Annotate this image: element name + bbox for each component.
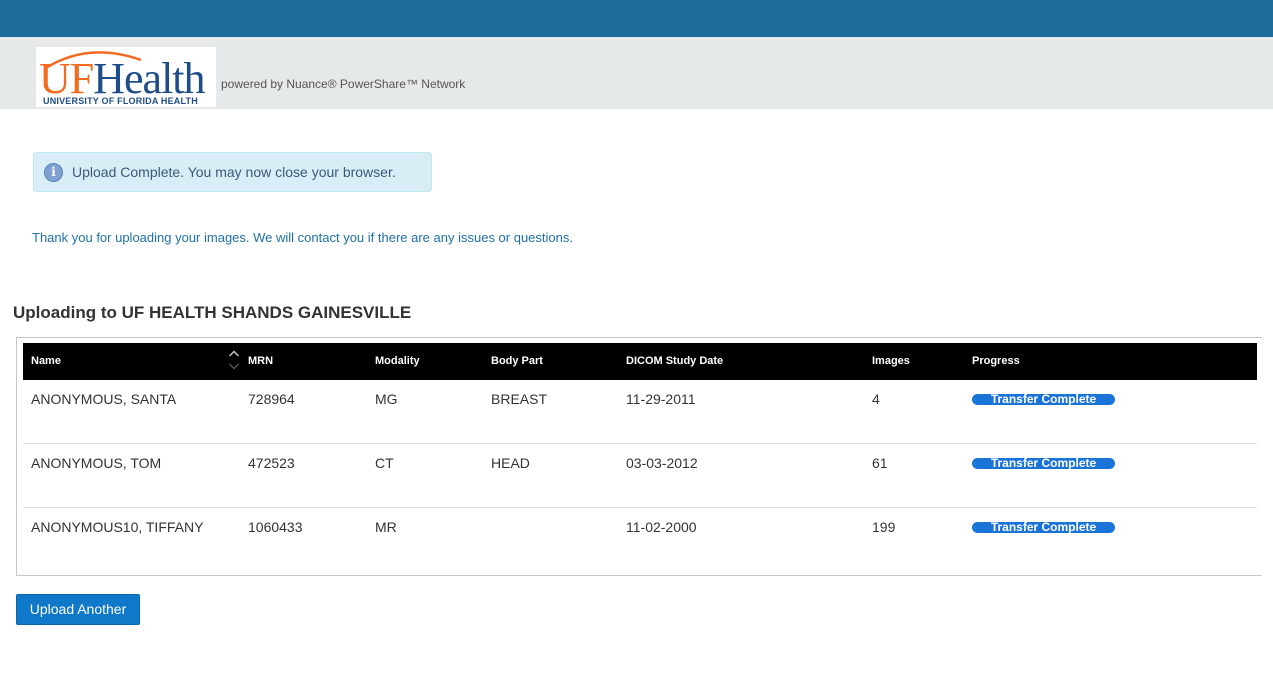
logo-subtitle: UNIVERSITY OF FLORIDA HEALTH: [43, 96, 198, 106]
upload-destination-heading: Uploading to UF HEALTH SHANDS GAINESVILL…: [13, 303, 412, 322]
progress-bar: Transfer Complete: [972, 522, 1115, 533]
thank-you-message: Thank you for uploading your images. We …: [32, 230, 573, 245]
cell-mrn: 1060433: [248, 519, 303, 535]
cell-images: 61: [872, 455, 888, 471]
cell-modality: CT: [375, 455, 394, 471]
cell-images: 4: [872, 391, 880, 407]
column-header-modality[interactable]: Modality: [375, 343, 420, 380]
cell-modality: MR: [375, 519, 397, 535]
top-banner: [0, 0, 1273, 37]
cell-study-date: 03-03-2012: [626, 455, 698, 471]
table-row[interactable]: ANONYMOUS10, TIFFANY 1060433 MR 11-02-20…: [23, 508, 1257, 572]
upload-complete-alert: i Upload Complete. You may now close you…: [33, 152, 432, 192]
logo-wordmark: UFHealth: [39, 57, 206, 101]
uf-health-logo: UFHealth UNIVERSITY OF FLORIDA HEALTH: [36, 47, 216, 107]
progress-bar: Transfer Complete: [972, 458, 1115, 469]
column-header-study-date[interactable]: DICOM Study Date: [626, 343, 723, 380]
sort-arrows-icon[interactable]: [228, 349, 240, 371]
cell-body-part: BREAST: [491, 391, 548, 407]
column-header-images[interactable]: Images: [872, 343, 910, 380]
table-header: Name MRN Modality Body Part DICOM Study …: [23, 343, 1257, 380]
column-header-name[interactable]: Name: [31, 343, 61, 380]
table-row[interactable]: ANONYMOUS, TOM 472523 CT HEAD 03-03-2012…: [23, 444, 1257, 508]
cell-mrn: 728964: [248, 391, 295, 407]
progress-bar: Transfer Complete: [972, 394, 1115, 405]
column-header-body-part[interactable]: Body Part: [491, 343, 543, 380]
cell-body-part: HEAD: [491, 455, 530, 471]
info-icon: i: [44, 163, 63, 182]
column-header-progress[interactable]: Progress: [972, 343, 1020, 380]
table-row[interactable]: ANONYMOUS, SANTA 728964 MG BREAST 11-29-…: [23, 380, 1257, 444]
powered-by-text: powered by Nuance® PowerShare™ Network: [221, 77, 466, 91]
upload-another-button[interactable]: Upload Another: [16, 594, 140, 625]
column-header-mrn[interactable]: MRN: [248, 343, 273, 380]
cell-study-date: 11-29-2011: [626, 391, 696, 407]
cell-name: ANONYMOUS10, TIFFANY: [31, 519, 204, 535]
alert-message: Upload Complete. You may now close your …: [72, 164, 396, 180]
cell-modality: MG: [375, 391, 398, 407]
cell-study-date: 11-02-2000: [626, 519, 697, 535]
cell-images: 199: [872, 519, 896, 535]
studies-table: Name MRN Modality Body Part DICOM Study …: [16, 337, 1262, 576]
cell-name: ANONYMOUS, SANTA: [31, 391, 177, 407]
cell-mrn: 472523: [248, 455, 295, 471]
cell-name: ANONYMOUS, TOM: [31, 455, 162, 471]
